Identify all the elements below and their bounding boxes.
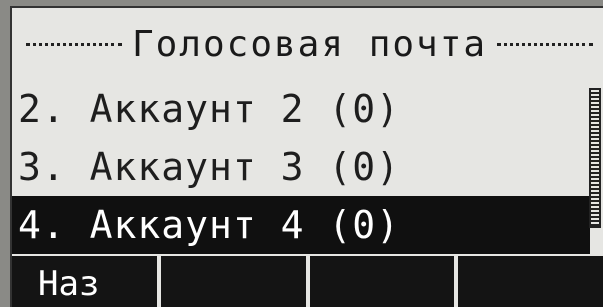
scrollbar[interactable] bbox=[589, 88, 601, 228]
header: Голосовая почта bbox=[12, 8, 603, 80]
title-divider-left bbox=[26, 42, 122, 46]
softkey-3[interactable] bbox=[309, 256, 455, 307]
list-item-account-4-selected[interactable]: 4. Аккаунт 4 (0) bbox=[12, 196, 590, 254]
title-divider-right bbox=[497, 42, 594, 46]
list-item-account-2[interactable]: 2. Аккаунт 2 (0) bbox=[12, 80, 603, 138]
list-item-account-3[interactable]: 3. Аккаунт 3 (0) bbox=[12, 138, 603, 196]
page-title: Голосовая почта bbox=[131, 23, 488, 65]
softkey-4[interactable] bbox=[458, 256, 603, 307]
softkey-2[interactable] bbox=[160, 256, 306, 307]
voicemail-account-list: 2. Аккаунт 2 (0) 3. Аккаунт 3 (0) 4. Акк… bbox=[12, 80, 603, 254]
phone-lcd-screen: Голосовая почта 2. Аккаунт 2 (0) 3. Акка… bbox=[10, 6, 603, 307]
softkey-back-button[interactable]: Наз bbox=[12, 256, 157, 307]
softkey-bar: Наз bbox=[12, 256, 603, 307]
